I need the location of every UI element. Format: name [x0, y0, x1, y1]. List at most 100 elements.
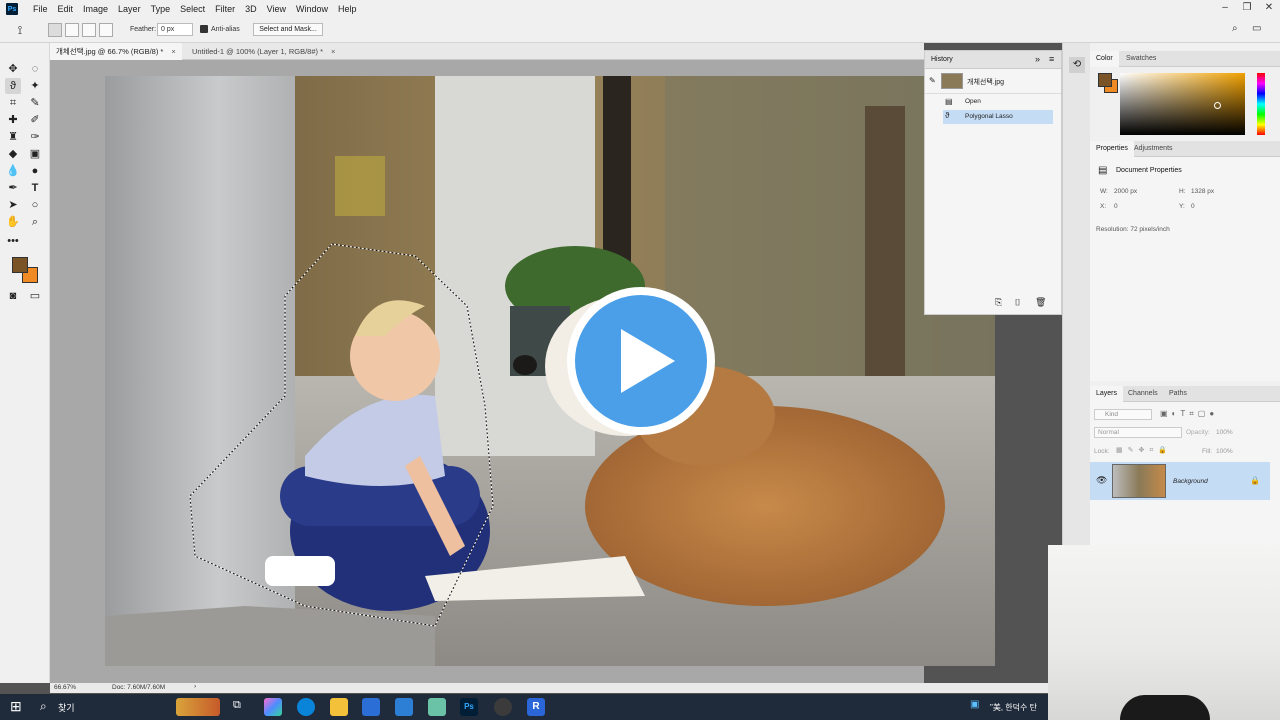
y-value[interactable]: 0: [1191, 203, 1195, 210]
color-picker-cursor[interactable]: [1214, 102, 1221, 109]
taskbar-search-box[interactable]: 찾기: [58, 701, 75, 714]
layer-filter-icons[interactable]: ▣◐T⌗▢●: [1160, 409, 1218, 419]
hand-tool-icon[interactable]: ✋: [5, 214, 21, 230]
status-arrow-icon[interactable]: ›: [194, 683, 196, 690]
taskbar-search-icon[interactable]: ⌕: [40, 699, 47, 714]
workspace-icon[interactable]: ▭: [1252, 23, 1261, 34]
tab-close-icon[interactable]: ×: [331, 47, 335, 56]
history-item-open[interactable]: ▤ Open: [943, 95, 1053, 109]
polygonal-lasso-preset-icon[interactable]: ⟟: [12, 22, 28, 38]
healing-brush-icon[interactable]: ✚: [5, 112, 21, 128]
feather-input[interactable]: 0 px: [157, 23, 193, 36]
search-highlight-icon[interactable]: [176, 698, 220, 716]
screen-recorder-icon[interactable]: [494, 698, 512, 716]
layer-name[interactable]: Background: [1173, 478, 1208, 485]
minimize-icon[interactable]: –: [1214, 0, 1236, 18]
eyedropper-icon[interactable]: ✎: [27, 95, 43, 111]
lasso-tool-icon[interactable]: ϑ: [5, 78, 21, 94]
search-icon[interactable]: ⌕: [1232, 23, 1238, 34]
restore-icon[interactable]: ❐: [1236, 0, 1258, 18]
clone-stamp-icon[interactable]: ♜: [5, 129, 21, 145]
marquee-tool-icon[interactable]: ◌: [27, 61, 43, 77]
tab-color[interactable]: Color: [1090, 51, 1119, 67]
windows-start-icon[interactable]: ⊞: [10, 698, 22, 715]
type-tool-icon[interactable]: T: [27, 180, 43, 196]
move-tool-icon[interactable]: ✥: [5, 61, 21, 77]
snapshot-name[interactable]: 개체선택.jpg: [967, 77, 1004, 87]
tab-swatches[interactable]: Swatches: [1120, 51, 1162, 67]
tab-paths[interactable]: Paths: [1163, 386, 1193, 402]
menu-image[interactable]: Image: [78, 4, 113, 14]
menu-select[interactable]: Select: [175, 4, 210, 14]
pen-tool-icon[interactable]: ✒: [5, 180, 21, 196]
shape-tool-icon[interactable]: ○: [27, 197, 43, 213]
microsoft-store-icon[interactable]: [362, 698, 380, 716]
news-ticker-text[interactable]: "美, 한덕수 탄: [990, 702, 1037, 713]
notes-app-icon[interactable]: [428, 698, 446, 716]
foreground-color-swatch[interactable]: [12, 257, 28, 273]
fill-value[interactable]: 100%: [1216, 448, 1233, 455]
collapse-panel-icon[interactable]: »: [1035, 54, 1040, 64]
visibility-eye-icon[interactable]: 👁: [1096, 475, 1107, 486]
width-value[interactable]: 2000 px: [1114, 188, 1137, 195]
tab-adjustments[interactable]: Adjustments: [1128, 141, 1179, 157]
dodge-tool-icon[interactable]: ●: [27, 163, 43, 179]
close-icon[interactable]: ✕: [1258, 0, 1280, 18]
mail-icon[interactable]: [395, 698, 413, 716]
add-selection-icon[interactable]: [65, 23, 79, 37]
color-field[interactable]: [1120, 73, 1245, 135]
foreground-color-chip[interactable]: [1098, 73, 1112, 87]
tab-channels[interactable]: Channels: [1122, 386, 1164, 402]
gradient-icon[interactable]: ▣: [27, 146, 43, 162]
crop-tool-icon[interactable]: ⌗: [5, 95, 21, 111]
x-value[interactable]: 0: [1114, 203, 1118, 210]
tab-document-2[interactable]: Untitled-1 @ 100% (Layer 1, RGB/8#) * ×: [186, 43, 340, 60]
menu-window[interactable]: Window: [291, 4, 333, 14]
trash-icon[interactable]: 🗑: [1035, 297, 1046, 308]
blend-mode-select[interactable]: Normal: [1094, 427, 1182, 438]
file-explorer-icon[interactable]: [330, 698, 348, 716]
subtract-selection-icon[interactable]: [82, 23, 96, 37]
filter-kind-select[interactable]: Kind: [1094, 409, 1152, 420]
menu-edit[interactable]: Edit: [53, 4, 79, 14]
menu-type[interactable]: Type: [146, 4, 176, 14]
menu-3d[interactable]: 3D: [240, 4, 262, 14]
document-image[interactable]: [105, 76, 995, 666]
lock-icons[interactable]: ▦✎✥⌗🔒: [1116, 446, 1172, 455]
tab-document-1[interactable]: 개체선택.jpg @ 66.7% (RGB/8) * ×: [50, 43, 182, 60]
antialias-checkbox[interactable]: [200, 25, 208, 33]
screen-mode-icon[interactable]: ▭: [27, 288, 43, 304]
menu-view[interactable]: View: [262, 4, 291, 14]
brush-tool-icon[interactable]: ✐: [27, 112, 43, 128]
menu-file[interactable]: File: [28, 4, 53, 14]
task-view-icon[interactable]: ⧉: [233, 699, 241, 712]
panel-menu-icon[interactable]: ≡: [1049, 54, 1054, 64]
news-widget-icon[interactable]: ▣: [970, 699, 979, 710]
menu-help[interactable]: Help: [333, 4, 362, 14]
history-item-polygonal-lasso[interactable]: ϑ Polygonal Lasso: [943, 110, 1053, 124]
menu-layer[interactable]: Layer: [113, 4, 146, 14]
r-app-icon[interactable]: R: [527, 698, 545, 716]
copilot-icon[interactable]: [264, 698, 282, 716]
tab-layers[interactable]: Layers: [1090, 386, 1124, 402]
video-play-button[interactable]: [567, 287, 715, 435]
camera-snapshot-icon[interactable]: ⌷: [1015, 297, 1020, 308]
new-selection-icon[interactable]: [48, 23, 62, 37]
intersect-selection-icon[interactable]: [99, 23, 113, 37]
history-brush-icon[interactable]: ✑: [27, 129, 43, 145]
more-tools-icon[interactable]: •••: [5, 233, 21, 249]
quick-mask-icon[interactable]: ◙: [5, 288, 21, 304]
hue-slider[interactable]: [1257, 73, 1265, 135]
zoom-tool-icon[interactable]: ⌕: [27, 214, 43, 230]
tab-close-icon[interactable]: ×: [171, 47, 175, 56]
opacity-value[interactable]: 100%: [1216, 429, 1233, 436]
height-value[interactable]: 1328 px: [1191, 188, 1214, 195]
blur-tool-icon[interactable]: 💧: [5, 163, 21, 179]
path-select-icon[interactable]: ➤: [5, 197, 21, 213]
history-brush-source-icon[interactable]: ✎: [929, 76, 937, 85]
zoom-level[interactable]: 66.67%: [54, 684, 76, 691]
edge-browser-icon[interactable]: [297, 698, 315, 716]
magic-wand-icon[interactable]: ✦: [27, 78, 43, 94]
eraser-icon[interactable]: ◆: [5, 146, 21, 162]
history-panel-icon[interactable]: ⟲: [1069, 57, 1085, 73]
